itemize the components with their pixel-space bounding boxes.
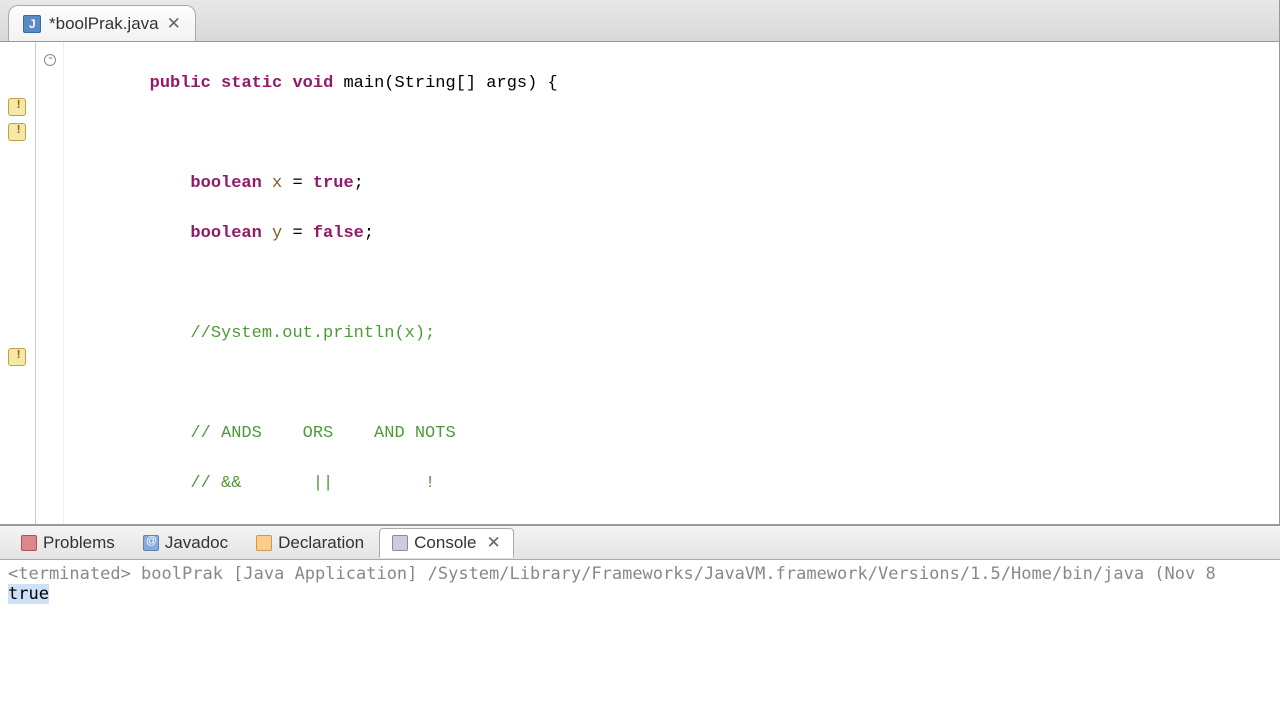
javadoc-icon	[143, 535, 159, 551]
tab-console[interactable]: Console ✕	[379, 528, 514, 558]
java-file-icon	[23, 15, 41, 33]
fold-toggle-icon[interactable]	[44, 54, 56, 66]
problems-icon	[21, 535, 37, 551]
warning-icon[interactable]	[8, 98, 26, 116]
console-icon	[392, 535, 408, 551]
editor-tab[interactable]: *boolPrak.java ✕	[8, 5, 196, 41]
close-tab-icon[interactable]: ✕	[167, 14, 181, 34]
warning-icon[interactable]	[8, 348, 26, 366]
editor-area: *boolPrak.java ✕ public static void main…	[0, 0, 1280, 524]
tab-bar: *boolPrak.java ✕	[0, 0, 1279, 42]
close-console-icon[interactable]: ✕	[487, 533, 501, 553]
fold-gutter	[36, 42, 64, 524]
declaration-icon	[256, 535, 272, 551]
tab-declaration[interactable]: Declaration	[243, 528, 377, 558]
tab-problems[interactable]: Problems	[8, 528, 128, 558]
console-header: <terminated> boolPrak [Java Application]…	[8, 564, 1272, 584]
bottom-panel: Problems Javadoc Declaration Console ✕ <…	[0, 524, 1280, 720]
tab-javadoc[interactable]: Javadoc	[130, 528, 241, 558]
warning-icon[interactable]	[8, 123, 26, 141]
console-body[interactable]: <terminated> boolPrak [Java Application]…	[0, 560, 1280, 608]
tab-filename: *boolPrak.java	[49, 14, 159, 34]
marker-gutter	[0, 42, 36, 524]
console-output: true	[8, 584, 1272, 604]
panel-tabs: Problems Javadoc Declaration Console ✕	[0, 526, 1280, 560]
code-content[interactable]: public static void main(String[] args) {…	[64, 42, 1279, 524]
code-area[interactable]: public static void main(String[] args) {…	[0, 42, 1279, 524]
